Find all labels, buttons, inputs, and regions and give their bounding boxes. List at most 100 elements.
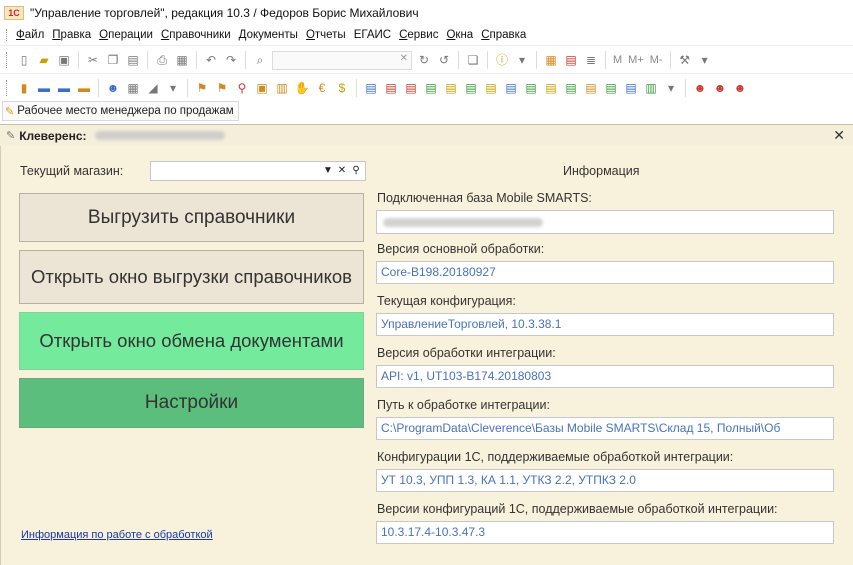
menu-reports[interactable]: Отчеты [306, 29, 346, 41]
chevron-down-icon[interactable]: ▾ [165, 80, 181, 96]
menu-documents[interactable]: Документы [239, 29, 298, 41]
menu-references[interactable]: Справочники [161, 29, 231, 41]
clear-icon[interactable]: ✕ [335, 163, 349, 179]
user-edit-icon[interactable]: ☻ [712, 80, 728, 96]
table-icon[interactable]: ▦ [125, 80, 141, 96]
redo-icon[interactable]: ↷ [223, 52, 239, 68]
toolbar-separator [458, 51, 459, 69]
redacted-value [383, 218, 543, 227]
supported-versions-field: 10.3.17.4-10.3.47.3 [376, 521, 834, 544]
dropdown-icon[interactable]: ▼ [321, 163, 335, 179]
menu-edit[interactable]: Правка [52, 29, 91, 41]
memory-plus-button[interactable]: M+ [628, 54, 644, 66]
warehouse-icon[interactable]: ▥ [274, 80, 290, 96]
toolbar-grip [6, 52, 10, 68]
users-icon[interactable]: ☻ [105, 80, 121, 96]
register-icon[interactable]: ▬ [76, 80, 92, 96]
doc-pay-icon[interactable]: ▤ [583, 80, 599, 96]
close-icon[interactable]: ✕ [833, 127, 845, 144]
open-upload-window-button[interactable]: Открыть окно выгрузки справочников [19, 250, 364, 304]
excel-icon[interactable]: ▥ [643, 80, 659, 96]
find-prev-icon[interactable]: ↺ [436, 52, 452, 68]
tools-icon[interactable]: ⚒ [677, 52, 693, 68]
chevron-down-icon[interactable]: ▾ [663, 80, 679, 96]
open-exchange-window-button[interactable]: Открыть окно обмена документами [19, 312, 364, 370]
book-icon[interactable]: ▮ [16, 80, 32, 96]
form-content: Текущий магазин: ▼ ✕ ⚲ Выгрузить справоч… [0, 146, 853, 565]
doc-cancel-icon[interactable]: ▤ [603, 80, 619, 96]
clear-icon[interactable]: ✕ [400, 53, 408, 64]
print-icon[interactable]: ⎙ [154, 52, 170, 68]
doc-list-icon[interactable]: ▤ [623, 80, 639, 96]
chart-icon[interactable]: ◢ [145, 80, 161, 96]
search-icon[interactable]: ⌕ [252, 52, 268, 68]
title-bar: 1C "Управление торговлей", редакция 10.3… [0, 0, 853, 26]
doc-move-icon[interactable]: ▤ [443, 80, 459, 96]
form-title: Клеверенс: [19, 128, 87, 143]
doc-add-icon[interactable]: ▤ [523, 80, 539, 96]
tab-manager-workplace[interactable]: ✎ Рабочее место менеджера по продажам [2, 101, 239, 121]
goods-icon[interactable]: ⚑ [194, 80, 210, 96]
doc-return-icon[interactable]: ▤ [403, 80, 419, 96]
chevron-down-icon[interactable]: ▾ [514, 52, 530, 68]
core-version-label: Версия основной обработки: [377, 242, 545, 256]
find-next-icon[interactable]: ↻ [416, 52, 432, 68]
search-goods-icon[interactable]: ⚲ [234, 80, 250, 96]
toolbar-separator [605, 51, 606, 69]
notes-icon[interactable]: ≣ [583, 52, 599, 68]
toolbar-separator [685, 79, 686, 97]
doc-check-icon[interactable]: ▤ [543, 80, 559, 96]
toolbar-separator [187, 79, 188, 97]
save-icon[interactable]: ▣ [56, 52, 72, 68]
settings-button[interactable]: Настройки [19, 378, 364, 428]
menu-file[interactable]: Файл [16, 29, 44, 41]
paste-icon[interactable]: ▤ [125, 52, 141, 68]
doc-icon[interactable]: ▤ [363, 80, 379, 96]
report-icon[interactable]: ▬ [56, 80, 72, 96]
connected-db-label: Подключенная база Mobile SMARTS: [377, 191, 592, 205]
menu-windows[interactable]: Окна [446, 29, 473, 41]
toolbar-separator [536, 51, 537, 69]
info-icon[interactable]: ⓘ [494, 52, 510, 68]
cut-icon[interactable]: ✂ [85, 52, 101, 68]
memory-m-button[interactable]: M [613, 54, 622, 66]
menu-service[interactable]: Сервис [399, 29, 438, 41]
store-field[interactable]: ▼ ✕ ⚲ [150, 161, 366, 181]
coins-icon[interactable]: $ [334, 80, 350, 96]
toolbar-separator [98, 79, 99, 97]
tab-label: Рабочее место менеджера по продажам [17, 105, 234, 117]
calculator-icon[interactable]: ▦ [543, 52, 559, 68]
user-delete-icon[interactable]: ☻ [732, 80, 748, 96]
current-config-label: Текущая конфигурация: [377, 294, 516, 308]
doc-out-icon[interactable]: ▤ [383, 80, 399, 96]
doc-invoice-icon[interactable]: ▤ [483, 80, 499, 96]
boxes-icon[interactable]: ▣ [254, 80, 270, 96]
undo-icon[interactable]: ↶ [203, 52, 219, 68]
goods-add-icon[interactable]: ⚑ [214, 80, 230, 96]
printer-doc-icon[interactable]: ▬ [36, 80, 52, 96]
menu-operations[interactable]: Операции [99, 29, 153, 41]
integration-version-label: Версия обработки интеграции: [377, 346, 556, 360]
search-icon[interactable]: ⚲ [349, 163, 363, 179]
help-link[interactable]: Информация по работе с обработкой [21, 529, 213, 541]
chevron-down-icon[interactable]: ▾ [697, 52, 713, 68]
upload-references-button[interactable]: Выгрузить справочники [19, 193, 364, 242]
user-doc-icon[interactable]: ☻ [692, 80, 708, 96]
hand-icon[interactable]: ✋ [294, 80, 310, 96]
money-icon[interactable]: € [314, 80, 330, 96]
menu-egais[interactable]: ЕГАИС [354, 29, 391, 41]
search-combo[interactable]: ✕ [272, 50, 412, 70]
copy-icon[interactable]: ❐ [105, 52, 121, 68]
memory-minus-button[interactable]: M- [650, 54, 663, 66]
doc-order-icon[interactable]: ▤ [463, 80, 479, 96]
doc-in-icon[interactable]: ▤ [423, 80, 439, 96]
windows-icon[interactable]: ❏ [465, 52, 481, 68]
open-folder-icon[interactable]: ▰ [36, 52, 52, 68]
new-document-icon[interactable]: ▯ [16, 52, 32, 68]
doc-sale-icon[interactable]: ▤ [503, 80, 519, 96]
menu-help[interactable]: Справка [481, 29, 526, 41]
calendar-icon[interactable]: ▤ [563, 52, 579, 68]
doc-approve-icon[interactable]: ▤ [563, 80, 579, 96]
print-preview-icon[interactable]: ▦ [174, 52, 190, 68]
toolbar-separator [245, 51, 246, 69]
